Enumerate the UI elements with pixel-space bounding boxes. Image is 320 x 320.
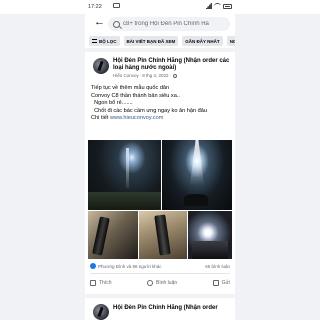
post-line: Convoy C8 thần thánh bản siêu xa.. — [91, 92, 180, 99]
filter-chip-label: BÀI VIẾT BẠN ĐÃ XEM — [126, 38, 176, 44]
post-date[interactable]: 8 thg 4, 2022 — [142, 73, 168, 78]
status-icons-right — [205, 3, 232, 9]
search-query: c8+ trong Hội Đèn Pin Chính Hã — [123, 21, 209, 27]
share-label: Gửi — [221, 280, 230, 286]
filter-icon — [92, 39, 97, 43]
post-card: Hội Đèn Pin Chính Hãng (Nhận order — [85, 298, 235, 320]
mail-icon — [113, 3, 120, 8]
post-photo-flashlight-hand[interactable] — [88, 211, 138, 259]
filter-chip-label: NG — [229, 38, 235, 44]
status-bar: 17:22 — [0, 0, 320, 14]
post-stats: Phương Đình và 96 người khác 65 bình luậ… — [90, 263, 230, 269]
search-icon — [113, 20, 120, 28]
wifi-icon — [214, 3, 221, 9]
post-actions: Thích Bình luận Gửi — [90, 277, 230, 289]
comment-button[interactable]: Bình luận — [147, 280, 177, 286]
status-time: 17:22 — [88, 4, 102, 10]
detail-label: Chi tiết — [91, 115, 109, 121]
post-card: Hội Đèn Pin Chính Hãng (Nhận order các l… — [85, 52, 235, 294]
post-photo-flashlight-lit[interactable] — [188, 211, 232, 259]
post-photo-night-beam[interactable] — [88, 140, 161, 210]
author-name[interactable]: Hiếu Convoy — [113, 73, 139, 78]
back-arrow-icon[interactable]: ← — [94, 17, 105, 28]
avatar[interactable] — [93, 58, 109, 74]
avatar[interactable] — [93, 304, 109, 320]
filter-chip-more[interactable]: NG — [226, 36, 235, 46]
share-button[interactable]: Gửi — [212, 280, 230, 286]
post-body: Tiếp tục về thêm mẫu quốc dân Convoy C8 … — [91, 85, 231, 123]
meta-separator: · — [169, 73, 172, 78]
post-line: Chốt đi các bác cầm ưng ngay ko ân hận đ… — [91, 107, 208, 114]
filter-chip-viewed-posts[interactable]: BÀI VIẾT BẠN ĐÃ XEM — [123, 36, 179, 46]
group-name[interactable]: Hội Đèn Pin Chính Hãng (Nhận order — [113, 305, 231, 312]
status-icons-left — [113, 3, 120, 8]
post-detail-line: Chi tiết www.hieuconvoy.com — [91, 115, 231, 123]
meta-separator: · — [139, 73, 142, 78]
globe-icon — [173, 73, 178, 78]
like-button[interactable]: Thích — [90, 280, 112, 286]
website-link[interactable]: www.hieuconvoy.com — [110, 115, 163, 121]
filter-chip-most-recent[interactable]: GẦN ĐÂY NHẤT — [182, 36, 223, 46]
screen: 17:22 ← c8+ trong Hội Đèn Pin Chính Hã B… — [0, 0, 320, 320]
group-name[interactable]: Hội Đèn Pin Chính Hãng (Nhận order các l… — [113, 58, 231, 72]
post-photo-flashlight-closeup[interactable] — [139, 211, 187, 259]
post-line: Tiếp tục về thêm mẫu quốc dân — [91, 85, 170, 91]
post-line: Ngon bổ rẻ....... — [91, 100, 133, 106]
filter-chip-bo-loc[interactable]: BỘ LỌC — [89, 36, 120, 46]
filter-chip-label: GẦN ĐÂY NHẤT — [185, 38, 220, 44]
share-icon — [212, 280, 219, 286]
divider — [90, 273, 230, 274]
search-header: ← c8+ trong Hội Đèn Pin Chính Hã — [85, 14, 235, 34]
filter-chip-label: BỘ LỌC — [99, 38, 117, 44]
like-reaction-icon — [90, 263, 96, 269]
like-label: Thích — [99, 280, 112, 286]
post-meta: Hiếu Convoy · 8 thg 4, 2022 · — [113, 73, 178, 78]
like-icon — [90, 280, 96, 286]
post-photo-night-flashlight[interactable] — [162, 140, 232, 210]
comment-icon — [147, 280, 153, 286]
signal-icon — [205, 3, 212, 9]
comment-label: Bình luận — [156, 280, 178, 286]
filter-bar: BỘ LỌC BÀI VIẾT BẠN ĐÃ XEM GẦN ĐÂY NHẤT … — [85, 34, 235, 48]
battery-icon — [223, 3, 232, 9]
search-input[interactable]: c8+ trong Hội Đèn Pin Chính Hã — [108, 17, 230, 31]
reaction-count[interactable]: Phương Đình và 96 người khác — [98, 264, 161, 269]
comment-count[interactable]: 65 bình luận — [205, 264, 230, 269]
